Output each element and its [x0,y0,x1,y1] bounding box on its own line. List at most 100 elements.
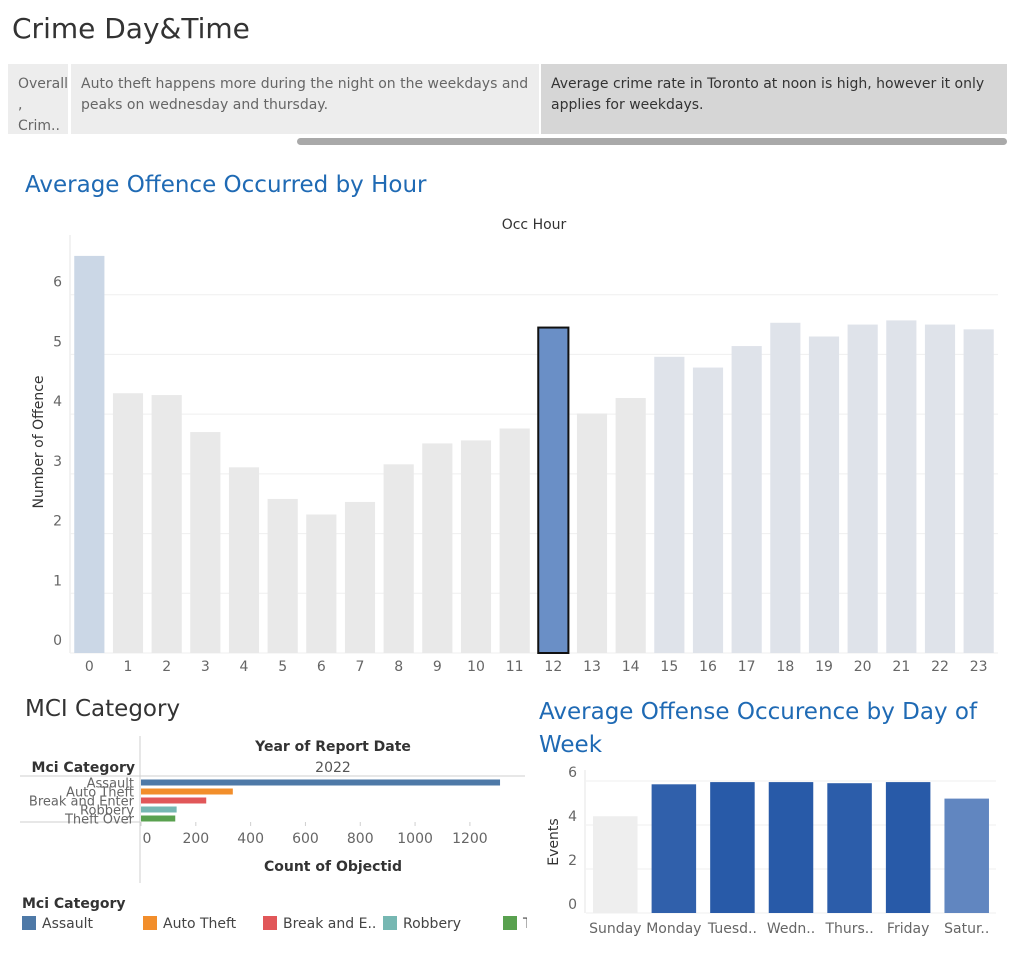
legend-label: Break and E.. [283,916,377,932]
hour-x-tick-label: 7 [356,659,365,675]
day-y-axis-label: Events [546,818,562,865]
hour-bar[interactable] [499,428,530,653]
hour-bar[interactable] [306,514,337,653]
hour-y-tick-label: 3 [53,454,62,470]
day-bar[interactable] [593,816,638,913]
hour-bar[interactable] [731,346,762,653]
hour-bar[interactable] [576,413,608,653]
hour-x-tick-label: 3 [201,659,210,675]
hour-x-tick-label: 11 [506,659,524,675]
hour-x-tick-label: 1 [124,659,133,675]
hour-x-tick-label: 19 [815,659,833,675]
auto-theft-swatch [143,916,157,930]
hour-x-tick-label: 21 [892,659,910,675]
hour-bar[interactable] [847,324,878,653]
hour-bar[interactable] [615,398,646,653]
story-point-overall[interactable]: Overall , Crim.. [8,64,68,134]
hour-bar[interactable] [228,467,260,653]
mci-bar[interactable] [141,815,176,822]
day-x-ticks: Sunday Monday Tuesd.. Wedn.. Thurs.. Friday Sa… [589,921,989,937]
mci-x-tick-label: 800 [347,831,374,847]
mci-bar[interactable] [141,797,207,804]
hour-bar[interactable] [190,432,221,653]
mci-row-header: Mci Category [32,760,135,776]
legend-item-robbery[interactable]: Robbery [383,916,461,932]
story-scrollbar[interactable] [297,138,1007,145]
hour-bar[interactable] [692,367,724,653]
day-bar[interactable] [944,798,989,913]
hour-x-tick-label: 4 [240,659,249,675]
hour-x-tick-label: 9 [433,659,442,675]
mci-chart: Year of Report Date 2022 Mci Category As… [20,736,525,883]
mci-chart-title: MCI Category [25,696,181,722]
day-bar[interactable] [768,782,814,913]
hour-x-tick-label: 2 [162,659,171,675]
hour-bar[interactable] [422,443,453,653]
hour-x-tick-label: 8 [394,659,403,675]
legend-item-assault[interactable]: Assault [22,916,93,932]
hour-bar[interactable] [344,501,376,653]
legend-label: Robbery [403,916,462,932]
legend-item-auto-theft[interactable]: Auto Theft [143,916,236,932]
hour-y-axis-label: Number of Offence [31,375,47,508]
legend-item-break-and-enter[interactable]: Break and E.. [263,916,376,932]
mci-category-labels: AssaultAuto TheftBreak and EnterRobberyT… [29,777,135,828]
hour-bar[interactable] [924,324,956,653]
hour-bar[interactable] [74,255,105,653]
hour-bar[interactable] [537,326,570,655]
hour-y-ticks: 0 1 2 3 4 5 6 [53,275,62,649]
mci-legend-title: Mci Category [22,896,126,912]
hour-y-tick-label: 0 [53,633,62,649]
day-y-tick-label: 6 [568,765,577,781]
hour-bar[interactable] [770,322,801,653]
mci-bar[interactable] [141,788,233,795]
mci-legend: Assault Auto Theft Break and E.. Robbery… [22,916,527,938]
day-x-tick-label: Tuesd.. [707,921,757,937]
legend-label: T [523,916,527,932]
break-and-enter-swatch [263,916,277,930]
hour-bar[interactable] [383,464,414,653]
legend-label: Assault [42,916,93,932]
hour-x-tick-label: 22 [931,659,949,675]
story-point-auto-theft[interactable]: Auto theft happens more during the night… [71,64,539,134]
day-y-tick-label: 4 [568,809,577,825]
mci-bar[interactable] [141,779,501,786]
hour-x-tick-label: 17 [738,659,756,675]
hour-bar[interactable] [460,440,492,653]
legend-item-theft-over[interactable]: T [503,916,527,932]
hour-x-tick-label: 12 [544,659,562,675]
hour-chart: Occ Hour Number of Offence 0123456 01234… [31,217,998,675]
hour-bar[interactable] [267,498,298,653]
hour-y-tick-label: 6 [53,275,62,291]
hour-bar[interactable] [963,329,994,653]
story-point-noon[interactable]: Average crime rate in Toronto at noon is… [541,64,1007,134]
mci-bar[interactable] [141,806,177,813]
day-x-tick-label: Friday [887,921,929,937]
hour-bar[interactable] [151,395,182,653]
day-x-tick-label: Sunday [589,921,641,937]
hour-x-tick-label: 5 [278,659,287,675]
day-chart-title: Average Offense Occurence by Day of Week [539,699,978,758]
day-bar[interactable] [827,783,872,913]
hour-x-tick-label: 20 [854,659,872,675]
hour-x-tick-label: 10 [467,659,485,675]
hour-x-tick-label: 13 [583,659,601,675]
mci-x-tick-label: 400 [237,831,264,847]
hour-bar[interactable] [808,336,840,653]
day-chart: Events 0 2 4 6 Sunday Monday Tuesd.. Wedn.. Thu… [546,765,996,937]
day-y-ticks: 0 2 4 6 [568,765,577,913]
hour-y-tick-label: 2 [53,514,62,530]
hour-bar[interactable] [654,356,685,653]
day-bar[interactable] [885,782,931,913]
mci-x-axis-label: Count of Objectid [264,859,402,875]
hour-x-tick-label: 23 [970,659,988,675]
hour-bar[interactable] [112,393,144,653]
mci-x-tick-label: 1200 [452,831,488,847]
day-bar[interactable] [651,784,697,913]
hour-bar[interactable] [886,320,917,653]
day-y-tick-label: 2 [568,853,577,869]
mci-x-tick-label: 200 [182,831,209,847]
day-x-tick-label: Satur.. [944,921,989,937]
day-bar[interactable] [710,782,755,913]
hour-x-tick-label: 15 [660,659,678,675]
